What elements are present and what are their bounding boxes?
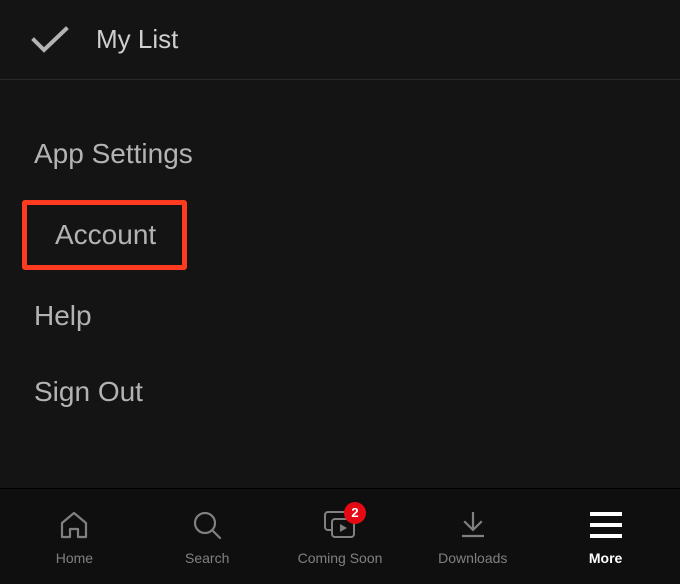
settings-item-label: Help <box>0 278 126 354</box>
nav-label: Search <box>185 550 229 566</box>
settings-item-help[interactable]: Help <box>0 278 680 354</box>
settings-item-label: Sign Out <box>0 354 177 430</box>
settings-item-label: Account <box>55 219 156 251</box>
home-icon <box>58 508 90 542</box>
search-icon <box>191 508 223 542</box>
nav-label: More <box>589 550 622 566</box>
nav-search[interactable]: Search <box>141 508 274 566</box>
settings-item-account[interactable]: Account <box>22 200 187 270</box>
nav-label: Downloads <box>438 550 507 566</box>
check-icon <box>30 25 70 55</box>
settings-item-sign-out[interactable]: Sign Out <box>0 354 680 430</box>
download-icon <box>458 508 488 542</box>
my-list-row[interactable]: My List <box>0 0 680 80</box>
nav-label: Home <box>56 550 93 566</box>
settings-list: App Settings Account Help Sign Out <box>0 80 680 488</box>
hamburger-icon <box>590 508 622 542</box>
nav-downloads[interactable]: Downloads <box>406 508 539 566</box>
my-list-label: My List <box>96 24 178 55</box>
settings-item-label: App Settings <box>0 116 227 192</box>
nav-label: Coming Soon <box>298 550 383 566</box>
bottom-nav: Home Search 2 Coming Soon <box>0 488 680 584</box>
settings-item-app-settings[interactable]: App Settings <box>0 116 680 192</box>
nav-more[interactable]: More <box>539 508 672 566</box>
badge: 2 <box>344 502 366 524</box>
nav-home[interactable]: Home <box>8 508 141 566</box>
nav-coming-soon[interactable]: 2 Coming Soon <box>274 508 407 566</box>
more-screen: My List App Settings Account Help Sign O… <box>0 0 680 584</box>
